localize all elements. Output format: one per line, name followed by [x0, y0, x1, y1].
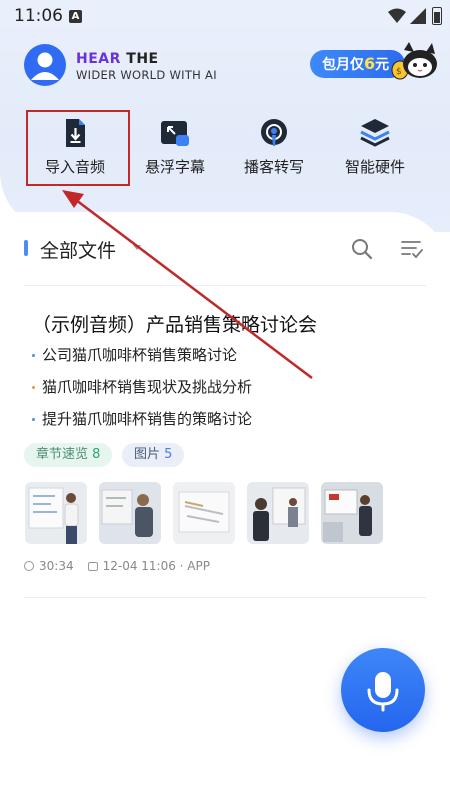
smart-hardware-label: 智能硬件: [344, 158, 405, 176]
image-thumbnail[interactable]: [247, 482, 309, 544]
summary-text: 猫爪咖啡杯销售现状及挑战分析: [42, 378, 253, 396]
microphone-icon: [367, 672, 399, 712]
record-mic-button[interactable]: [341, 648, 425, 732]
tag-count: 8: [92, 447, 101, 462]
image-thumbnail[interactable]: [173, 482, 235, 544]
dropdown-caret-icon[interactable]: [133, 245, 141, 250]
floating-subtitle-icon: [158, 116, 192, 150]
brand-subtitle: WIDER WORLD WITH AI: [76, 68, 217, 82]
smart-hardware-button[interactable]: 智能硬件: [325, 116, 425, 186]
brand-title: HEAR THE: [76, 51, 159, 67]
summary-text: 公司猫爪咖啡杯销售策略讨论: [42, 346, 238, 364]
summary-text: 提升猫爪咖啡杯销售的策略讨论: [42, 410, 253, 428]
image-thumbnail[interactable]: [25, 482, 87, 544]
floating-subtitle-label: 悬浮字幕: [144, 158, 205, 176]
status-bar: 11:06 A: [0, 0, 450, 34]
image-thumbnail[interactable]: [321, 482, 383, 544]
brand-the: THE: [120, 51, 159, 67]
section-title[interactable]: 全部文件: [40, 236, 116, 263]
file-meta: 30:34 12-04 11:06 · APP: [24, 559, 210, 573]
bullet-dot: [32, 386, 35, 389]
status-time: 11:06: [14, 6, 63, 26]
bullet-dot: [32, 354, 35, 357]
smart-hardware-icon: [358, 116, 392, 150]
summary-item: 提升猫爪咖啡杯销售的策略讨论: [32, 409, 252, 441]
images-tag[interactable]: 图片 5: [122, 443, 185, 467]
promo-price: 6: [364, 54, 376, 73]
section-marker: [24, 240, 28, 256]
wifi-icon: [388, 8, 406, 23]
signal-icon: [410, 8, 426, 24]
promo-suffix: 元: [375, 57, 390, 73]
brand-hear: HEAR: [76, 51, 121, 67]
bullet-dot: [32, 418, 35, 421]
highlight-box: [26, 110, 130, 186]
promo-prefix: 包月仅: [322, 57, 364, 73]
duration-text: 30:34: [39, 559, 74, 573]
date-text: 12-04 11:06 · APP: [102, 559, 210, 573]
podcast-transcribe-label: 播客转写: [243, 158, 304, 176]
chapter-overview-tag[interactable]: 章节速览 8: [24, 443, 113, 467]
summary-list: 公司猫爪咖啡杯销售策略讨论 猫爪咖啡杯销售现状及挑战分析 提升猫爪咖啡杯销售的策…: [32, 345, 252, 441]
tag-label: 章节速览: [36, 447, 89, 462]
floating-subtitle-button[interactable]: 悬浮字幕: [125, 116, 225, 186]
podcast-transcribe-button[interactable]: 播客转写: [224, 116, 324, 186]
summary-item: 公司猫爪咖啡杯销售策略讨论: [32, 345, 252, 377]
user-icon: [31, 52, 59, 80]
sort-filter-icon[interactable]: [400, 238, 424, 260]
clock-icon: [24, 561, 34, 571]
avatar[interactable]: [24, 44, 66, 86]
tag-label: 图片: [134, 447, 161, 462]
tag-count: 5: [164, 447, 173, 462]
divider: [24, 597, 426, 598]
notification-a-icon: A: [69, 10, 82, 23]
search-icon[interactable]: [350, 237, 374, 261]
podcast-transcribe-icon: [257, 116, 291, 150]
image-thumbnail[interactable]: [99, 482, 161, 544]
divider: [24, 285, 426, 286]
cat-mascot-icon[interactable]: $: [390, 40, 440, 85]
file-title[interactable]: （示例音频）产品销售策略讨论会: [32, 310, 317, 337]
battery-icon: [432, 7, 442, 25]
svg-text:$: $: [396, 67, 402, 77]
summary-item: 猫爪咖啡杯销售现状及挑战分析: [32, 377, 252, 409]
calendar-icon: [87, 562, 98, 571]
